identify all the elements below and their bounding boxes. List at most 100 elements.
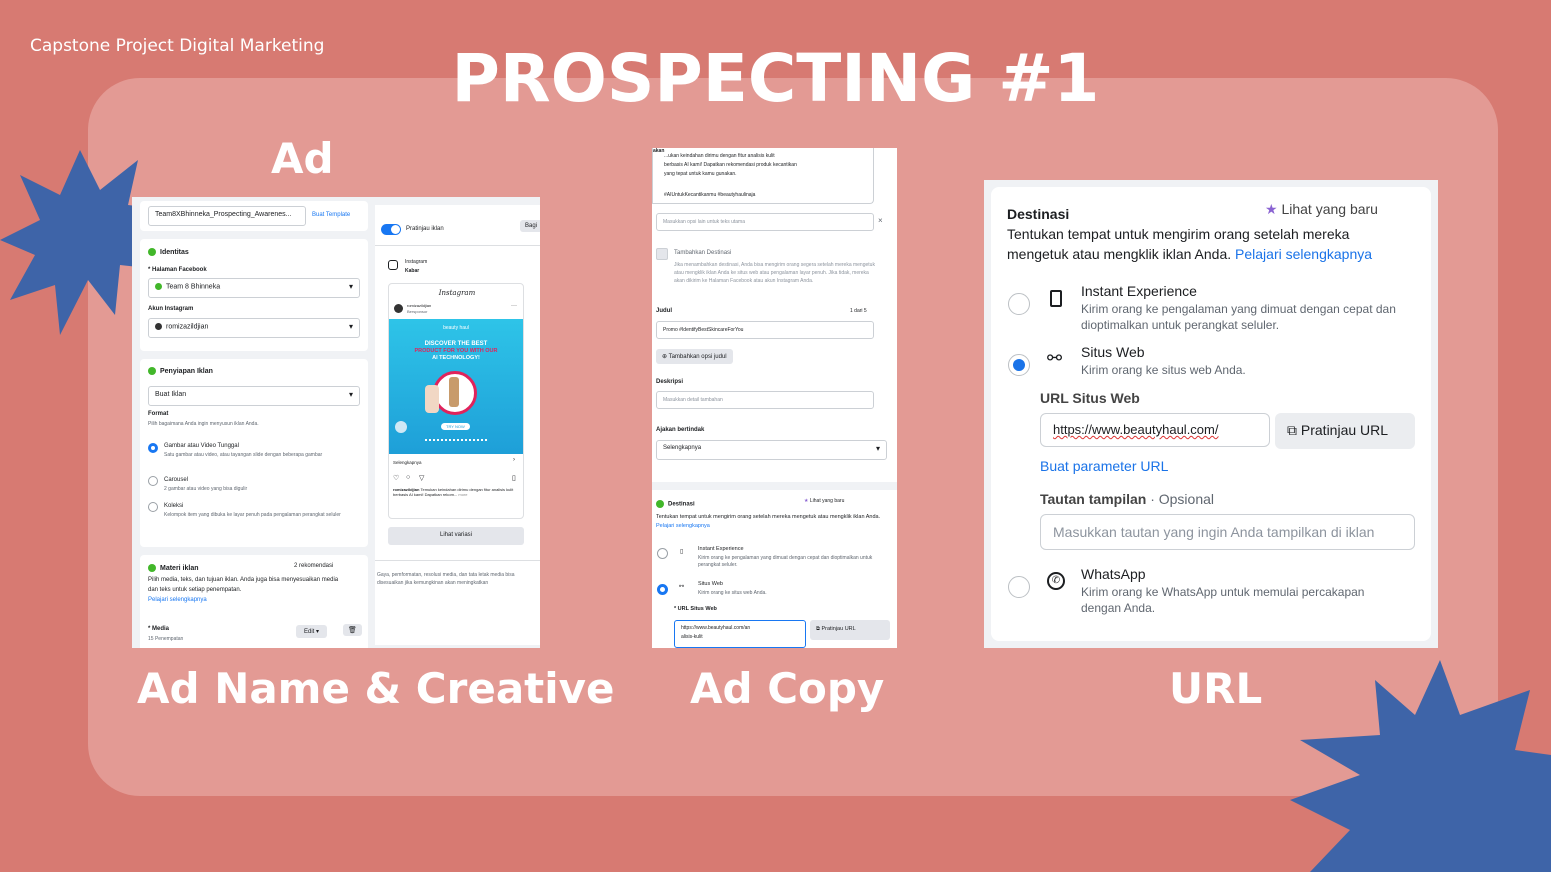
destinasi-label: Destinasi	[668, 501, 695, 508]
trash-icon[interactable]: 🗑	[343, 624, 362, 636]
instant-experience-radio[interactable]	[1008, 293, 1030, 315]
caption-ad-copy: Ad Copy	[690, 664, 885, 713]
selengkapnya-row[interactable]: Selengkapnya	[393, 460, 422, 465]
media-label: * Media	[148, 626, 170, 632]
format-carousel-radio[interactable]	[148, 476, 158, 486]
chevron-right-icon: ›	[513, 457, 515, 463]
instant-title: Instant Experience	[698, 546, 744, 552]
tambah-judul-button[interactable]: ⊕ Tambahkan opsi judul	[656, 349, 733, 364]
materi-heading: Materi iklan	[148, 564, 199, 572]
check-icon	[148, 248, 156, 256]
penyiapan-label: Penyiapan Iklan	[160, 367, 213, 375]
preview-divider-bottom	[375, 560, 540, 561]
whatsapp-desc-2: dengan Anda.	[1081, 601, 1156, 615]
preview-footer-note: Gaya, pemformatan, resolusi media, dan t…	[377, 572, 515, 586]
lihat-variasi-button[interactable]: Lihat variasi	[388, 527, 524, 545]
instagram-avatar-icon	[155, 323, 162, 330]
instant-phone-icon	[1050, 290, 1062, 307]
instant-experience-radio[interactable]	[657, 548, 668, 559]
instagram-icon	[388, 260, 398, 270]
bookmark-icon[interactable]: ▯	[512, 474, 516, 482]
buat-template-link[interactable]: Buat Template	[312, 212, 350, 218]
page-title: PROSPECTING #1	[451, 40, 1100, 117]
instant-desc: Kirim orang ke pengalaman yang dimuat de…	[698, 555, 873, 568]
deskripsi-placeholder: Masukkan detail tambahan	[663, 397, 723, 403]
creative-headline-1: DISCOVER THE BEST	[424, 341, 488, 347]
whatsapp-title: WhatsApp	[1081, 566, 1146, 582]
destinasi-checkbox[interactable]	[656, 248, 668, 260]
close-icon[interactable]: ×	[878, 216, 883, 225]
ajakan-label: Ajakan bertindak	[656, 427, 705, 433]
situs-web-radio[interactable]	[1008, 354, 1030, 376]
lihat-baru-link[interactable]: ★ Lihat yang baru	[1265, 201, 1378, 218]
pratinjau-url-label: Pratinjau URL	[1300, 422, 1389, 438]
post-caption: romizazildjian Temukan keindahan dirimu …	[393, 487, 521, 497]
tautan-placeholder: Masukkan tautan yang ingin Anda tampilka…	[1053, 524, 1375, 540]
section-divider	[652, 482, 897, 490]
preview-toggle[interactable]	[381, 224, 401, 235]
edit-button[interactable]: Edit ▾	[296, 625, 328, 638]
heart-icon[interactable]: ♡	[393, 474, 399, 482]
external-link-icon: ⧉	[816, 626, 820, 632]
pratinjau-url-button[interactable]: ⧉ Pratinjau URL	[810, 620, 890, 640]
lihat-baru-link[interactable]: ★ Lihat yang baru	[804, 498, 844, 504]
primary-text-line-2: berbasis AI kami! Dapatkan rekomendasi p…	[664, 162, 797, 168]
instagram-wordmark: Instagram	[438, 289, 476, 297]
pratinjau-iklan-label: Pratinjau iklan	[406, 226, 444, 232]
situs-web-radio[interactable]	[657, 584, 668, 595]
instagram-label: Instagram	[405, 259, 428, 265]
url-value-line-1: https://www.beautyhaul.com/an	[681, 625, 751, 631]
akun-instagram-select[interactable]: romizazildjian	[148, 318, 360, 338]
avatar	[394, 304, 403, 313]
penyiapan-card: Penyiapan Iklan Buat Iklan Format Pilih …	[140, 359, 368, 547]
judul-count: 1 dari 5	[850, 308, 867, 314]
instant-title: Instant Experience	[1081, 283, 1197, 299]
judul-value: Promo #IdentifyBestSkincareForYou	[663, 327, 744, 333]
check-icon	[148, 564, 156, 572]
caption-more[interactable]: more	[458, 492, 467, 497]
comment-icon[interactable]: ○	[406, 474, 410, 481]
tambahkan-destinasi-label: Tambahkan Destinasi	[674, 250, 732, 256]
more-options-icon[interactable]: ···	[511, 303, 517, 309]
bagikan-button[interactable]: Bagi	[520, 220, 540, 232]
destinasi-desc-2-text: mengetuk atau mengklik iklan Anda.	[1007, 246, 1232, 262]
materi-card: Materi iklan 2 rekomendasi Pilih media, …	[140, 555, 368, 648]
format-carousel-title: Carousel	[164, 477, 189, 483]
ad-name-card: Team8XBhinneka_Prospecting_Awarenes... B…	[140, 201, 368, 231]
pelajari-link[interactable]: Pelajari selengkapnya	[656, 523, 710, 529]
buat-parameter-link[interactable]: Buat parameter URL	[1040, 458, 1168, 474]
rekomendasi-label[interactable]: 2 rekomendasi	[294, 563, 333, 569]
kabar-label: Kabar	[405, 268, 420, 274]
url-label: URL Situs Web	[1040, 390, 1140, 406]
creative-cta: TRY NOW	[441, 423, 470, 430]
destinasi-heading: Destinasi	[656, 500, 695, 508]
pratinjau-url-button[interactable]: ⧉ Pratinjau URL	[1275, 413, 1415, 449]
deskripsi-label: Deskripsi	[656, 379, 684, 385]
creative-image: beauty haul DISCOVER THE BEST PRODUCT FO…	[389, 319, 523, 454]
buat-iklan-select[interactable]: Buat Iklan	[148, 386, 360, 406]
url-input[interactable]: https://www.beautyhaul.com/an alisis-kul…	[674, 620, 806, 648]
opsi-teks-input[interactable]: Masukkan opsi lain untuk teks utama	[656, 213, 874, 231]
judul-input[interactable]: Promo #IdentifyBestSkincareForYou	[656, 321, 874, 339]
deskripsi-input[interactable]: Masukkan detail tambahan	[656, 391, 874, 409]
send-icon[interactable]: ▽	[419, 474, 424, 482]
pelajari-link[interactable]: Pelajari selengkapnya	[1235, 246, 1372, 262]
halaman-facebook-select[interactable]: Team 8 Bhinneka	[148, 278, 360, 298]
caption-url: URL	[1169, 664, 1263, 713]
pratinjau-url-label: Pratinjau URL	[821, 626, 856, 632]
format-single-title: Gambar atau Video Tunggal	[164, 443, 239, 449]
ad-name-input[interactable]: Team8XBhinneka_Prospecting_Awarenes...	[148, 206, 306, 226]
ajakan-select[interactable]: Selengkapnya	[656, 440, 887, 460]
format-desc: Pilih bagaimana Anda ingin menyusun ikla…	[148, 421, 259, 427]
penyiapan-heading: Penyiapan Iklan	[148, 367, 213, 375]
url-input[interactable]: https://www.beautyhaul.com/	[1040, 413, 1270, 447]
tab-fragment: akan	[653, 148, 665, 154]
lihat-baru-label: Lihat yang baru	[1281, 201, 1378, 217]
slide: Capstone Project Digital Marketing PROSP…	[0, 0, 1551, 872]
format-single-radio[interactable]	[148, 443, 158, 453]
format-koleksi-radio[interactable]	[148, 502, 158, 512]
akun-instagram-value: romizazildjian	[166, 323, 209, 331]
pelajari-link[interactable]: Pelajari selengkapnya	[148, 597, 207, 603]
tautan-input[interactable]: Masukkan tautan yang ingin Anda tampilka…	[1040, 514, 1415, 550]
whatsapp-radio[interactable]	[1008, 576, 1030, 598]
